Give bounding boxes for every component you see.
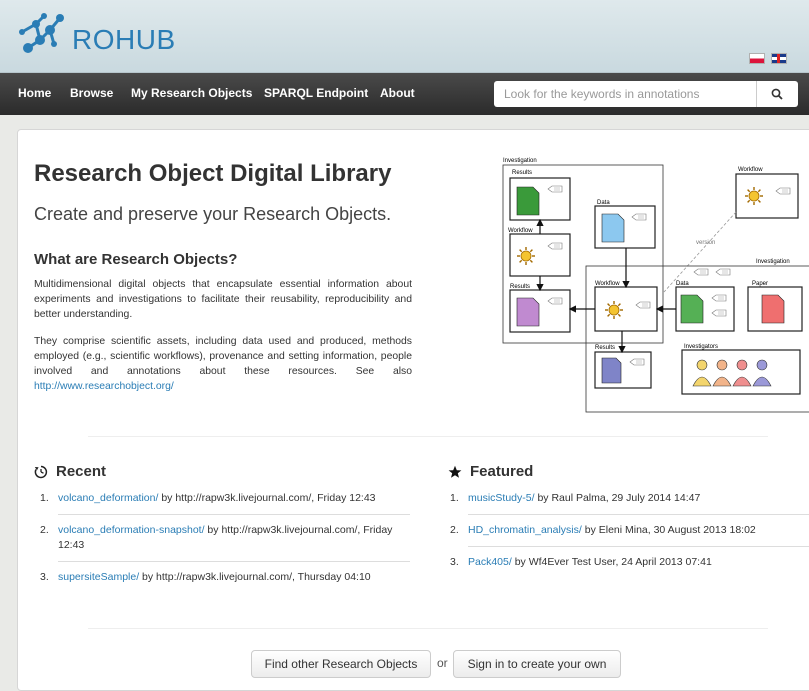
diagram-label-investigation-left: Investigation	[503, 158, 537, 164]
diagram-label-paper: Paper	[752, 281, 768, 287]
researchobject-link[interactable]: http://www.researchobject.org/	[34, 381, 174, 392]
featured-item: 2. HD_chromatin_analysis/ by Eleni Mina,…	[450, 523, 809, 538]
star-icon	[448, 465, 462, 478]
sign-in-button[interactable]: Sign in to create your own	[453, 650, 621, 678]
recent-item: 3. supersiteSample/ by http://rapw3k.liv…	[40, 570, 410, 585]
research-object-diagram: Investigation Results Workflow Results D…	[502, 158, 809, 413]
diagram-label-investigators: Investigators	[684, 344, 718, 350]
list-separator	[58, 514, 410, 515]
diagram-label-data-top: Data	[597, 200, 610, 206]
featured-heading: Featured	[448, 463, 533, 480]
diagram-label-results-bottom: Results	[595, 345, 615, 351]
diagram-label-data-right: Data	[676, 281, 689, 287]
logo-text: ROHUB	[72, 24, 176, 55]
recent-title: Recent	[56, 463, 107, 480]
diagram-label-results-left: Results	[510, 284, 530, 290]
diagram-label-results-top: Results	[512, 170, 532, 176]
description-paragraph-1: Multidimensional digital objects that en…	[34, 279, 412, 320]
search-box	[494, 81, 798, 107]
page-title: Research Object Digital Library	[34, 160, 392, 187]
featured-item: 1. musicStudy-5/ by Raul Palma, 29 July …	[450, 491, 809, 506]
recent-item-link[interactable]: volcano_deformation/	[58, 492, 158, 504]
rohub-logo[interactable]: ROHUB	[14, 10, 175, 68]
paragraph-2-text: They comprise scientific assets, includi…	[34, 336, 412, 377]
search-button[interactable]	[755, 81, 798, 107]
list-separator	[58, 561, 410, 562]
language-flags	[749, 53, 787, 64]
diagram-label-version: version	[696, 240, 715, 246]
nav-sparql-endpoint[interactable]: SPARQL Endpoint	[264, 86, 368, 100]
nav-home[interactable]: Home	[18, 86, 51, 100]
featured-item: 3. Pack405/ by Wf4Ever Test User, 24 Apr…	[450, 555, 809, 570]
nav-browse[interactable]: Browse	[70, 86, 113, 100]
search-icon	[771, 88, 784, 100]
list-separator	[468, 546, 809, 547]
recent-list: 1. volcano_deformation/ by http://rapw3k…	[40, 491, 410, 585]
diagram-label-workflow-left: Workflow	[508, 228, 533, 234]
recent-item: 2. volcano_deformation-snapshot/ by http…	[40, 523, 410, 553]
description-paragraph-2: They comprise scientific assets, includi…	[34, 334, 412, 394]
diagram-label-workflow-right: Workflow	[738, 167, 763, 173]
site-header: ROHUB	[0, 0, 809, 73]
featured-item-link[interactable]: musicStudy-5/	[468, 492, 535, 504]
recent-heading: Recent	[34, 463, 106, 480]
polish-flag-icon[interactable]	[749, 53, 765, 64]
find-research-objects-button[interactable]: Find other Research Objects	[251, 650, 431, 678]
nav-about[interactable]: About	[380, 86, 415, 100]
recent-item-meta: by http://rapw3k.livejournal.com/, Thurs…	[139, 571, 371, 583]
main-panel: Research Object Digital Library Create a…	[17, 129, 809, 691]
featured-item-number: 3.	[450, 556, 459, 568]
featured-item-meta: by Eleni Mina, 30 August 2013 18:02	[581, 524, 756, 536]
diagram-label-workflow-center: Workflow	[595, 281, 620, 287]
page-subtitle: Create and preserve your Research Object…	[34, 204, 392, 224]
recent-item: 1. volcano_deformation/ by http://rapw3k…	[40, 491, 410, 506]
recent-item-number: 1.	[40, 492, 49, 504]
molecule-logo-icon	[19, 13, 64, 53]
featured-item-meta: by Raul Palma, 29 July 2014 14:47	[534, 492, 701, 504]
recent-item-link[interactable]: volcano_deformation-snapshot/	[58, 524, 205, 536]
uk-flag-icon[interactable]	[771, 53, 787, 64]
recent-item-number: 2.	[40, 524, 49, 536]
section-divider	[88, 628, 768, 629]
diagram-label-investigation-right: Investigation	[756, 259, 790, 265]
search-input[interactable]	[494, 81, 756, 107]
featured-item-meta: by Wf4Ever Test User, 24 April 2013 07:4…	[511, 556, 712, 568]
recent-item-link[interactable]: supersiteSample/	[58, 571, 139, 583]
main-navbar: Home Browse My Research Objects SPARQL E…	[0, 73, 809, 115]
clock-icon	[34, 465, 48, 478]
what-heading: What are Research Objects?	[34, 251, 238, 268]
recent-item-number: 3.	[40, 571, 49, 583]
or-label: or	[437, 656, 448, 670]
section-divider	[88, 436, 768, 437]
featured-item-link[interactable]: HD_chromatin_analysis/	[468, 524, 582, 536]
recent-item-meta: by http://rapw3k.livejournal.com/, Frida…	[158, 492, 376, 504]
list-separator	[468, 514, 809, 515]
featured-title: Featured	[470, 463, 534, 480]
featured-item-number: 2.	[450, 524, 459, 536]
featured-list: 1. musicStudy-5/ by Raul Palma, 29 July …	[450, 491, 809, 570]
featured-item-number: 1.	[450, 492, 459, 504]
featured-item-link[interactable]: Pack405/	[468, 556, 512, 568]
nav-my-research-objects[interactable]: My Research Objects	[131, 86, 252, 100]
